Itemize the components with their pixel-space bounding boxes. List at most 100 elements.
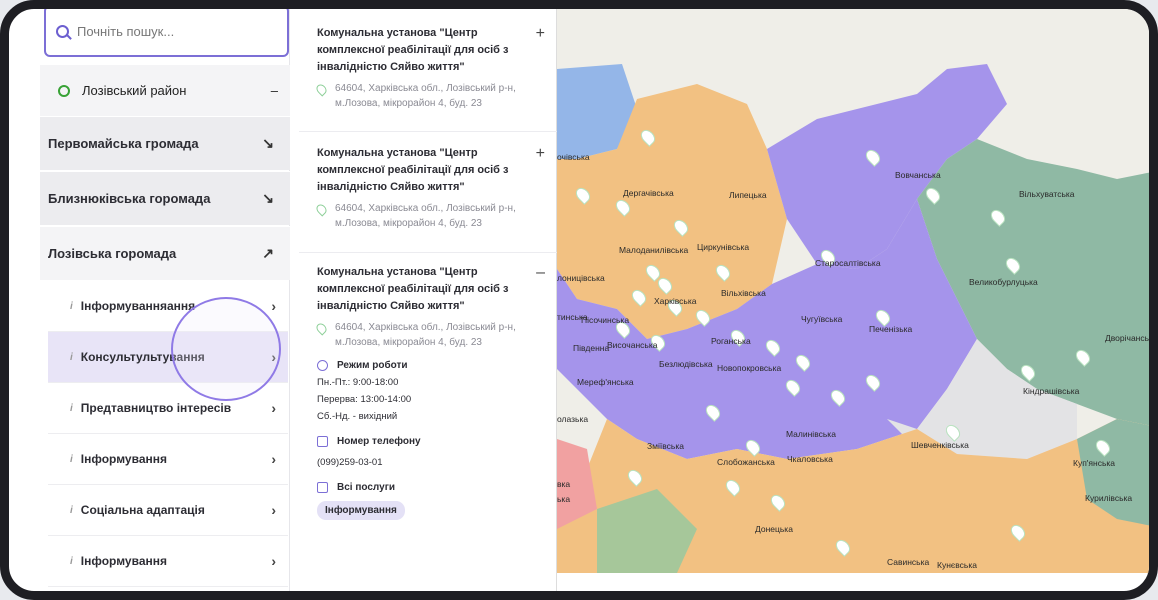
map-label: Чугуївська — [801, 314, 843, 324]
collapse-icon[interactable]: – — [271, 83, 278, 98]
hromada-label: Первомайська громада — [48, 136, 199, 151]
map-label: Мереф'янська — [577, 377, 634, 387]
service-label: Інформування — [80, 554, 167, 568]
service-item[interactable]: i Інформування › — [48, 434, 288, 485]
card-title: Комунальна установа "Центр комплексної р… — [317, 147, 509, 193]
hours-label: Режим роботи — [337, 360, 408, 371]
hours-line: Перерва: 13:00-14:00 — [317, 394, 412, 405]
district-status-icon — [58, 84, 70, 97]
search-input[interactable]: Почніть пошук... — [77, 24, 174, 39]
arrow-down-right-icon: ↘ — [262, 190, 274, 206]
map-label: Чкаловська — [787, 454, 833, 464]
service-label: Інформування — [80, 452, 167, 466]
card-address: 64604, Харківська обл., Лозівський р-н, … — [335, 322, 516, 348]
map-label: тинська — [557, 312, 588, 322]
map-label: Безлюдівська — [659, 359, 713, 369]
district-row[interactable]: Лозівський район – — [40, 65, 290, 116]
map-label: Циркунівська — [697, 242, 750, 252]
result-card[interactable]: Комунальна установа "Центр комплексної р… — [299, 25, 557, 132]
map-label: Малинівська — [786, 429, 836, 439]
chevron-right-icon: › — [271, 400, 276, 416]
map-label: Шевченківська — [911, 440, 969, 450]
card-title: Комунальна установа "Центр комплексної р… — [317, 266, 509, 312]
arrow-down-right-icon: ↘ — [262, 135, 274, 151]
map-label: Зміївська — [647, 441, 684, 451]
click-highlight-circle — [171, 297, 281, 401]
card-address: 64604, Харківська обл., Лозівський р-н, … — [335, 203, 516, 229]
district-label: Лозівський район — [82, 83, 187, 98]
search-box[interactable]: Почніть пошук... — [44, 9, 289, 57]
map-label: Вільхівська — [721, 288, 766, 298]
info-icon: i — [70, 504, 73, 516]
map-label: Курилівська — [1085, 493, 1133, 503]
info-icon: i — [70, 351, 73, 363]
map-label: Пісочинська — [581, 315, 630, 325]
map-label: Вільхуватська — [1019, 189, 1075, 199]
chevron-right-icon: › — [271, 553, 276, 569]
info-icon: i — [70, 402, 73, 414]
map-label: Старосалтівська — [815, 258, 881, 268]
info-icon: i — [70, 555, 73, 567]
map-regions — [557, 9, 1149, 573]
search-icon — [56, 24, 69, 38]
map-label: Печенізька — [869, 324, 913, 334]
map-label: Південна — [573, 343, 610, 353]
map-label: Новопокровська — [717, 363, 782, 373]
sidebar: Почніть пошук... Лозівський район – Перв… — [40, 9, 290, 591]
hromada-label: Близнюківська горомада — [48, 191, 211, 206]
service-label: Предтавництво інтересів — [80, 401, 232, 415]
hromada-item-lozivska[interactable]: Лозівська горомада ↗ — [40, 226, 290, 280]
hours-line: Пн.-Пт.: 9:00-18:00 — [317, 377, 399, 388]
map-label: Височанська — [607, 340, 658, 350]
map-label: Роганська — [711, 336, 751, 346]
services-icon — [317, 482, 328, 493]
services-label: Всі послуги — [337, 482, 396, 493]
map-label: ька — [557, 494, 571, 504]
map-label: Донецька — [755, 524, 793, 534]
card-address: 64604, Харківська обл., Лозівський р-н, … — [335, 83, 516, 109]
service-item[interactable]: i Інформування › — [48, 536, 288, 587]
hromada-label: Лозівська горомада — [48, 246, 177, 261]
info-icon: i — [70, 300, 73, 312]
phone-label: Номер телефону — [337, 436, 421, 447]
map[interactable]: Вовчанська Вільхуватська Дергачівська Ли… — [557, 9, 1158, 573]
hromada-item-pervomaiska[interactable]: Первомайська громада ↘ — [40, 116, 290, 170]
map-label: Липецька — [729, 190, 767, 200]
map-label: лоницівська — [557, 273, 605, 283]
expand-icon[interactable]: + — [536, 145, 545, 196]
map-label: Дворічанська — [1105, 333, 1158, 343]
map-label: Вовчанська — [895, 170, 941, 180]
map-label: Малоданилівська — [619, 245, 689, 255]
phone-number[interactable]: (099)259-03-01 — [317, 457, 545, 468]
map-label: Савинська — [887, 557, 930, 567]
map-label: Слобожанська — [717, 457, 775, 467]
chevron-right-icon: › — [271, 298, 276, 314]
clock-icon — [317, 360, 328, 371]
map-label: очівська — [557, 152, 590, 162]
phone-icon — [317, 436, 328, 447]
map-label: Кіндрашівська — [1023, 386, 1080, 396]
chevron-right-icon: › — [271, 451, 276, 467]
card-title: Комунальна установа "Центр комплексної р… — [317, 27, 509, 73]
arrow-up-right-icon: ↗ — [262, 245, 274, 261]
collapse-icon[interactable]: – — [536, 264, 545, 315]
map-label: вка — [557, 479, 571, 489]
location-pin-icon — [314, 82, 329, 97]
hours-line: Сб.-Нд. - вихідний — [317, 411, 398, 422]
hromada-item-blyzniukivska[interactable]: Близнюківська горомада ↘ — [40, 171, 290, 225]
location-pin-icon — [314, 202, 329, 217]
map-label: Кунєвська — [937, 560, 977, 570]
device-frame: Вовчанська Вільхуватська Дергачівська Ли… — [0, 0, 1158, 600]
service-label: Соціальна адаптація — [80, 503, 205, 517]
map-label: Харківська — [654, 296, 697, 306]
service-item[interactable]: i Соціальна адаптація › — [48, 485, 288, 536]
map-label: Великобурлуцька — [969, 277, 1038, 287]
map-label: олазька — [557, 414, 589, 424]
service-tag[interactable]: Інформування — [317, 501, 405, 520]
location-pin-icon — [314, 321, 329, 336]
result-card[interactable]: Комунальна установа "Центр комплексної р… — [299, 145, 557, 253]
expand-icon[interactable]: + — [536, 25, 545, 76]
result-card-expanded[interactable]: Комунальна установа "Центр комплексної р… — [299, 264, 557, 584]
map-label: Дергачівська — [623, 188, 674, 198]
map-label: Куп'янська — [1073, 458, 1116, 468]
